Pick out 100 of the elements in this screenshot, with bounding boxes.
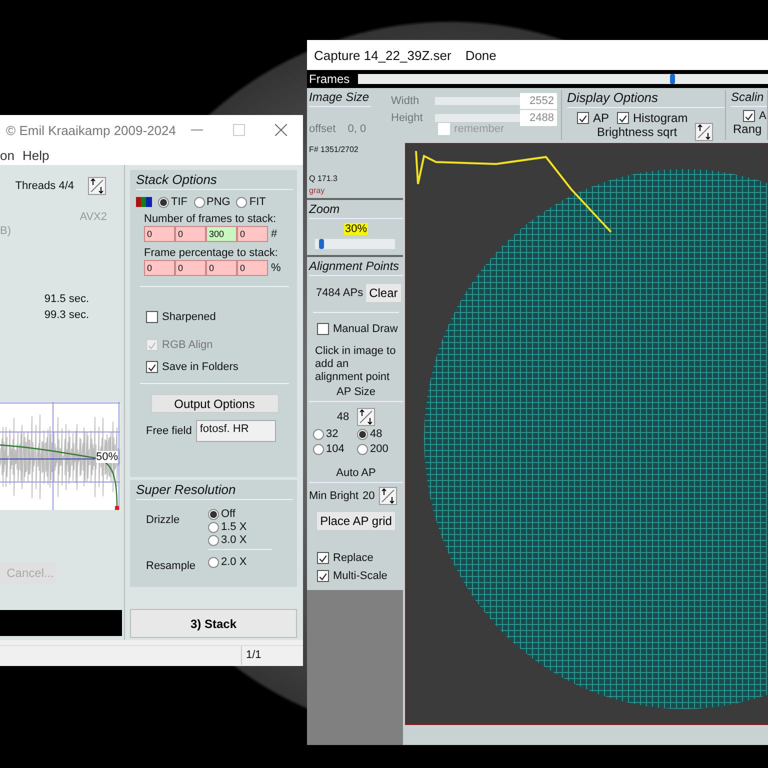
width-input-field[interactable] (435, 97, 520, 105)
panel-title: Scalin (731, 90, 767, 107)
radio-label: PNG (206, 196, 230, 208)
range-label: Rang (733, 122, 763, 136)
checkbox-label: A (759, 110, 766, 122)
unit-label: % (271, 262, 281, 274)
free-text-field[interactable]: fotosf. HR (196, 420, 276, 442)
checkbox-label: Replace (333, 552, 374, 564)
percent-marker-label: 50% (96, 451, 118, 463)
radio-label: 1.5 X (221, 521, 247, 533)
timing-value: 99.3 sec. (44, 308, 89, 323)
checkbox[interactable] (617, 112, 630, 124)
zoom-slider[interactable] (315, 239, 395, 249)
brightness-label: Brightness sqrt (597, 125, 678, 139)
field-label: Free field (146, 425, 192, 437)
number-field[interactable]: 0 (206, 260, 237, 276)
section-title: Auto AP (309, 467, 403, 483)
color-mode: gray (309, 186, 326, 195)
number-field[interactable]: 0 (144, 226, 175, 242)
checkbox-label: RGB Align (162, 339, 213, 351)
section-title: Alignment Points (309, 259, 403, 276)
page-counter: 1/1 (241, 646, 262, 665)
radio-label: 2.0 X (221, 556, 247, 568)
checkbox[interactable] (317, 323, 329, 335)
checkbox-label: Histogram (633, 111, 688, 125)
slider-thumb[interactable] (319, 239, 324, 249)
offset-label: offset (309, 123, 336, 135)
number-field[interactable]: 0 (144, 260, 175, 276)
radio-button[interactable] (357, 428, 368, 440)
radio-label: 48 (370, 428, 382, 440)
number-field[interactable]: 300 (206, 226, 237, 242)
min-bright-value: 20 (362, 490, 375, 502)
checkbox[interactable] (317, 570, 329, 582)
radio-button[interactable] (208, 522, 219, 532)
checkbox-label: Multi-Scale (333, 570, 388, 582)
cpu-label: AVX2 (80, 211, 107, 223)
close-icon[interactable] (275, 124, 287, 136)
checkbox-label: remember (454, 123, 504, 135)
radio-button[interactable] (208, 556, 219, 568)
clear-button[interactable]: Clear (366, 284, 401, 302)
end-marker (115, 506, 119, 510)
drizzle-label: Drizzle (146, 513, 181, 528)
menu-item[interactable]: Help (22, 148, 50, 162)
radio-label: 200 (370, 443, 388, 455)
checkbox[interactable] (317, 552, 329, 564)
hint-text: Click in image to add an alignment point (315, 345, 397, 384)
frames-slider[interactable] (358, 74, 768, 84)
output-options-button[interactable]: Output Options (150, 394, 278, 413)
min-bright-label: Min Bright (309, 490, 359, 502)
radio-label: Off (221, 508, 236, 520)
checkbox-label: Save in Folders (162, 361, 238, 373)
radio-button[interactable] (313, 428, 324, 440)
height-value: 2488 (520, 110, 557, 126)
number-field[interactable]: 0 (237, 226, 268, 242)
radio-button[interactable] (194, 196, 204, 208)
stack-button[interactable]: 3) Stack (130, 609, 297, 638)
panel-title: Super Resolution (136, 482, 293, 500)
up-down-arrows-icon[interactable] (88, 177, 106, 195)
field-label: Number of frames to stack: (144, 213, 278, 225)
checkbox[interactable] (146, 361, 158, 373)
panel-title: Display Options (567, 90, 725, 108)
width-label: Width (391, 95, 420, 107)
checkbox-label: AP (593, 111, 610, 125)
radio-button[interactable] (357, 444, 368, 454)
section-title: Zoom (309, 202, 403, 219)
section-title: AP Size (309, 386, 403, 402)
height-label: Height (391, 112, 424, 124)
place-ap-grid-button[interactable]: Place AP grid (317, 512, 395, 530)
radio-button[interactable] (236, 196, 248, 208)
frames-label: Frames (308, 72, 351, 86)
radio-button[interactable] (313, 444, 324, 454)
radio-label: 104 (326, 443, 344, 455)
number-field[interactable]: 0 (175, 226, 206, 242)
radio-button[interactable] (208, 534, 219, 546)
slider-thumb[interactable] (670, 74, 675, 84)
radio-label: TIF (171, 196, 188, 208)
status-text: Done (465, 48, 496, 62)
up-down-arrows-icon[interactable] (695, 123, 713, 141)
checkbox[interactable] (743, 110, 755, 122)
height-input-field[interactable] (435, 114, 520, 122)
number-field[interactable]: 0 (175, 260, 206, 276)
checkbox[interactable] (146, 311, 158, 323)
radio-button[interactable] (208, 508, 219, 520)
timing-value: 91.5 sec. (44, 292, 89, 307)
number-field[interactable]: 0 (237, 260, 268, 276)
resample-label: Resample (146, 559, 197, 572)
radio-label: 32 (326, 428, 338, 440)
ap-size-value: 48 (336, 411, 350, 423)
up-down-arrows-icon[interactable] (378, 487, 397, 505)
radio-button[interactable] (158, 196, 169, 208)
up-down-arrows-icon[interactable] (357, 408, 376, 426)
partial-text: B) (0, 225, 12, 237)
menu-item[interactable]: on (0, 148, 14, 162)
panel-title: Image Size (309, 90, 371, 107)
threads-label: Threads 4/4 (15, 180, 74, 192)
window-title: © Emil Kraaikamp 2009-2024 (6, 122, 176, 138)
panel-title: Stack Options (136, 172, 293, 190)
checkbox[interactable] (577, 112, 589, 124)
width-value: 2552 (520, 93, 557, 109)
rgb-color-icon (136, 197, 152, 207)
